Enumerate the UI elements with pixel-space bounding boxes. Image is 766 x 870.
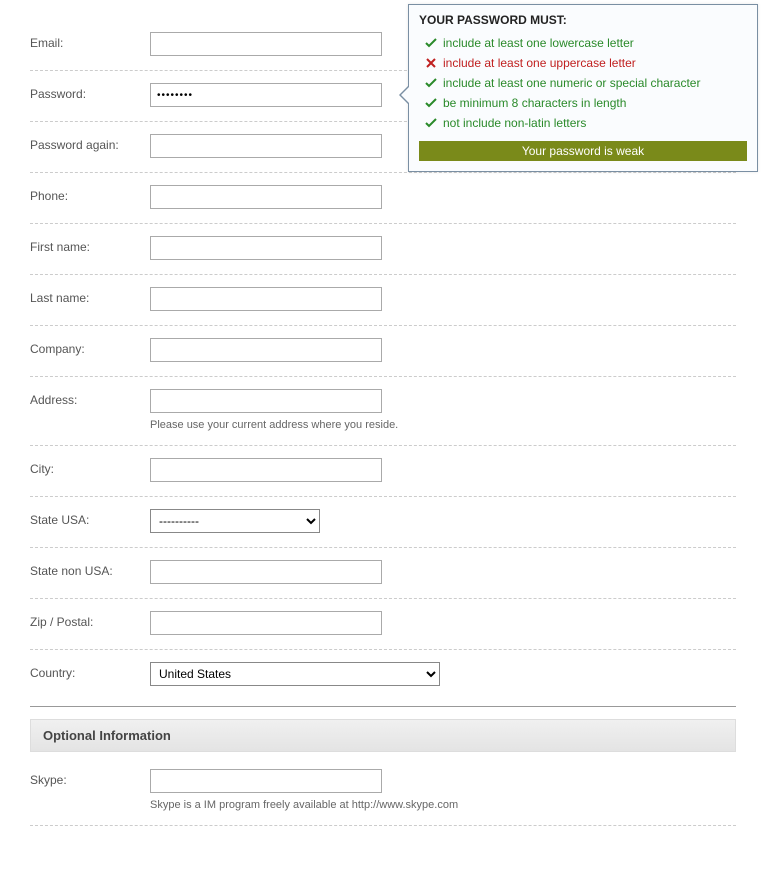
check-icon	[425, 77, 437, 89]
address-input[interactable]	[150, 389, 382, 413]
label-address: Address:	[30, 389, 150, 407]
label-city: City:	[30, 458, 150, 476]
state-usa-select[interactable]: ----------	[150, 509, 320, 533]
rule-item: include at least one uppercase letter	[425, 53, 747, 73]
state-non-usa-input[interactable]	[150, 560, 382, 584]
row-last-name: Last name:	[30, 275, 736, 326]
rule-list: include at least one lowercase letter in…	[419, 33, 747, 133]
label-email: Email:	[30, 32, 150, 50]
check-icon	[425, 37, 437, 49]
row-country: Country: United States	[30, 650, 736, 707]
rule-item: be minimum 8 characters in length	[425, 93, 747, 113]
rule-item: include at least one lowercase letter	[425, 33, 747, 53]
row-state-usa: State USA: ----------	[30, 497, 736, 548]
phone-input[interactable]	[150, 185, 382, 209]
row-skype: Skype: Skype is a IM program freely avai…	[30, 757, 736, 826]
callout-title: YOUR PASSWORD MUST:	[419, 13, 747, 27]
label-company: Company:	[30, 338, 150, 356]
label-zip: Zip / Postal:	[30, 611, 150, 629]
rule-text: be minimum 8 characters in length	[443, 96, 626, 110]
rule-text: include at least one lowercase letter	[443, 36, 634, 50]
row-phone: Phone:	[30, 173, 736, 224]
row-state-non-usa: State non USA:	[30, 548, 736, 599]
label-password: Password:	[30, 83, 150, 101]
row-zip: Zip / Postal:	[30, 599, 736, 650]
rule-text: include at least one numeric or special …	[443, 76, 700, 90]
rule-item: not include non-latin letters	[425, 113, 747, 133]
label-state-non-usa: State non USA:	[30, 560, 150, 578]
skype-input[interactable]	[150, 769, 382, 793]
address-hint: Please use your current address where yo…	[150, 419, 736, 431]
company-input[interactable]	[150, 338, 382, 362]
first-name-input[interactable]	[150, 236, 382, 260]
label-password-again: Password again:	[30, 134, 150, 152]
password-rules-callout: YOUR PASSWORD MUST: include at least one…	[408, 4, 758, 172]
skype-hint: Skype is a IM program freely available a…	[150, 799, 736, 811]
email-input[interactable]	[150, 32, 382, 56]
country-select[interactable]: United States	[150, 662, 440, 686]
label-skype: Skype:	[30, 769, 150, 787]
check-icon	[425, 97, 437, 109]
optional-section-header: Optional Information	[30, 719, 736, 752]
label-phone: Phone:	[30, 185, 150, 203]
label-state-usa: State USA:	[30, 509, 150, 527]
row-company: Company:	[30, 326, 736, 377]
cross-icon	[425, 57, 437, 69]
row-city: City:	[30, 446, 736, 497]
password-again-input[interactable]	[150, 134, 382, 158]
row-address: Address: Please use your current address…	[30, 377, 736, 446]
rule-text: not include non-latin letters	[443, 116, 586, 130]
last-name-input[interactable]	[150, 287, 382, 311]
label-first-name: First name:	[30, 236, 150, 254]
row-first-name: First name:	[30, 224, 736, 275]
rule-item: include at least one numeric or special …	[425, 73, 747, 93]
password-strength-bar: Your password is weak	[419, 141, 747, 161]
city-input[interactable]	[150, 458, 382, 482]
rule-text: include at least one uppercase letter	[443, 56, 636, 70]
zip-input[interactable]	[150, 611, 382, 635]
label-country: Country:	[30, 662, 150, 680]
password-input[interactable]	[150, 83, 382, 107]
label-last-name: Last name:	[30, 287, 150, 305]
check-icon	[425, 117, 437, 129]
